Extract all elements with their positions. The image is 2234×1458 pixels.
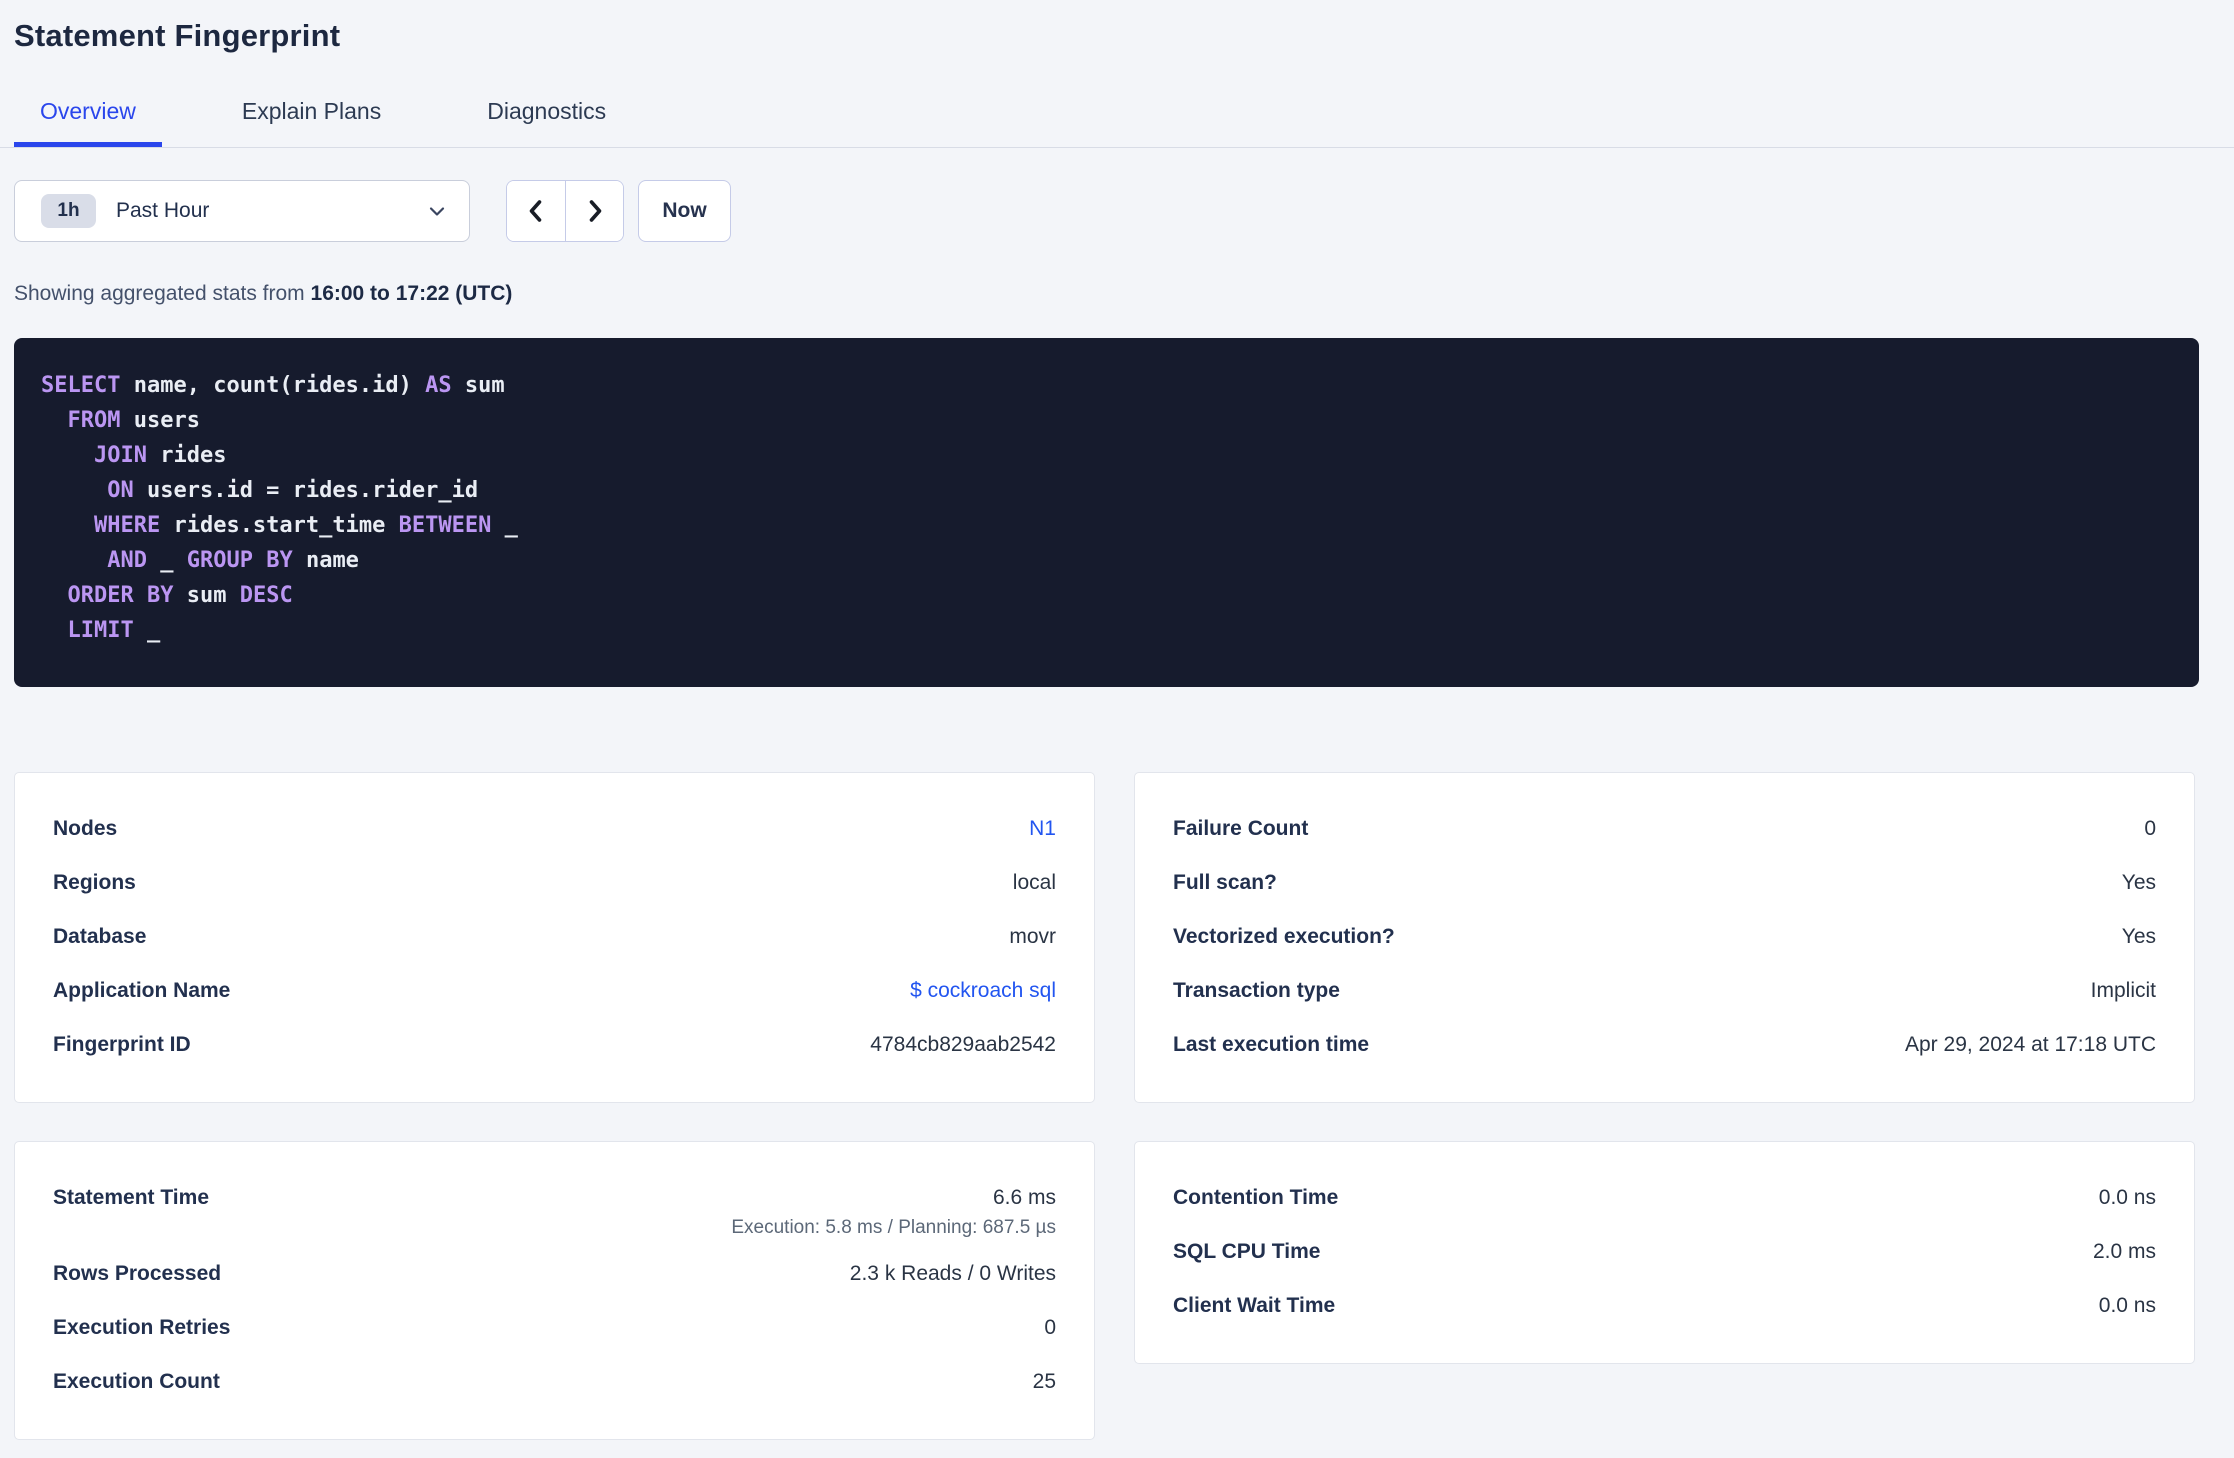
sql-line: LIMIT _ xyxy=(67,618,161,643)
info-row-execution-count: Execution Count 25 xyxy=(53,1355,1056,1409)
info-value: movr xyxy=(1009,925,1056,948)
time-range-label: Past Hour xyxy=(116,199,210,222)
info-value: Apr 29, 2024 at 17:18 UTC xyxy=(1905,1033,2156,1056)
sql-line: JOIN rides xyxy=(93,443,227,468)
info-value: 0 xyxy=(2144,817,2156,840)
overview-cards-top: Nodes N1 Regions local Database movr Applicati… xyxy=(14,772,2234,1103)
info-value: 2.3 k Reads / 0 Writes xyxy=(849,1262,1056,1285)
info-row-execution-retries: Execution Retries 0 xyxy=(53,1301,1056,1355)
info-value: 4784cb829aab2542 xyxy=(870,1033,1056,1056)
tab-bar: Overview Explain Plans Diagnostics xyxy=(0,98,2234,148)
info-row-full-scan: Full scan? Yes xyxy=(1173,856,2156,910)
sql-statement-box: SELECT name, count(rides.id) AS sum FROM… xyxy=(14,338,2199,687)
info-row-vectorized-execution: Vectorized execution? Yes xyxy=(1173,910,2156,964)
now-button[interactable]: Now xyxy=(638,180,731,242)
info-label: Regions xyxy=(53,871,136,894)
info-value: 0.0 ns xyxy=(2098,1186,2156,1209)
aggregated-stats-range: 16:00 to 17:22 (UTC) xyxy=(310,282,513,305)
info-label: Rows Processed xyxy=(53,1262,222,1285)
info-label: Full scan? xyxy=(1173,871,1277,894)
details-card: Nodes N1 Regions local Database movr Applicati… xyxy=(14,772,1095,1103)
info-row-application-name: Application Name $ cockroach sql xyxy=(53,964,1056,1018)
info-row-nodes: Nodes N1 xyxy=(53,802,1056,856)
chevron-down-icon xyxy=(429,207,445,216)
time-controls: 1h Past Hour Now xyxy=(14,180,2234,242)
time-step-buttons xyxy=(506,180,624,242)
chevron-right-icon xyxy=(589,200,601,222)
sql-line: ORDER BY sum DESC xyxy=(67,583,293,608)
sql-line: ON users.id = rides.rider_id xyxy=(107,478,479,503)
statement-stats-card: Statement Time 6.6 ms Execution: 5.8 ms / … xyxy=(14,1141,1095,1440)
info-value: 2.0 ms xyxy=(2092,1240,2156,1263)
next-time-button[interactable] xyxy=(565,181,623,241)
info-value: 0.0 ns xyxy=(2098,1294,2156,1317)
info-label: Statement Time xyxy=(53,1186,209,1209)
aggregated-stats-prefix: Showing aggregated stats from xyxy=(14,282,311,305)
info-label: Fingerprint ID xyxy=(53,1033,191,1056)
info-row-regions: Regions local xyxy=(53,856,1056,910)
sql-code: SELECT name, count(rides.id) AS sum FROM… xyxy=(41,368,2169,648)
info-value: Yes xyxy=(2121,871,2156,894)
info-label: Vectorized execution? xyxy=(1173,925,1395,948)
info-label: Failure Count xyxy=(1173,817,1309,840)
time-range-badge: 1h xyxy=(41,194,96,228)
sql-line: AND _ GROUP BY name xyxy=(107,548,359,573)
prev-time-button[interactable] xyxy=(507,181,565,241)
overview-cards-bottom: Statement Time 6.6 ms Execution: 5.8 ms / … xyxy=(14,1141,2234,1440)
info-label: Application Name xyxy=(53,979,231,1002)
statement-fingerprint-page: Statement Fingerprint Overview Explain Pl… xyxy=(0,0,2234,1458)
chevron-left-icon xyxy=(529,200,542,222)
info-row-transaction-type: Transaction type Implicit xyxy=(1173,964,2156,1018)
info-label: Client Wait Time xyxy=(1173,1294,1336,1317)
info-row-contention-time: Contention Time 0.0 ns xyxy=(1173,1171,2156,1225)
info-value: Implicit xyxy=(2090,979,2156,1002)
info-value: 25 xyxy=(1032,1370,1056,1393)
info-row-statement-time: Statement Time 6.6 ms Execution: 5.8 ms / … xyxy=(53,1171,1056,1247)
info-label: Nodes xyxy=(53,817,118,840)
info-subvalue: Execution: 5.8 ms / Planning: 687.5 µs xyxy=(731,1217,1056,1238)
application-name-link[interactable]: $ cockroach sql xyxy=(910,979,1056,1003)
info-row-last-execution-time: Last execution time Apr 29, 2024 at 17:18… xyxy=(1173,1018,2156,1072)
sql-line: WHERE rides.start_time BETWEEN _ xyxy=(93,513,518,538)
info-value: Yes xyxy=(2121,925,2156,948)
timing-stats-card: Contention Time 0.0 ns SQL CPU Time 2.0 ms C… xyxy=(1134,1141,2195,1364)
info-row-failure-count: Failure Count 0 xyxy=(1173,802,2156,856)
sql-line: FROM users xyxy=(67,408,200,433)
info-row-rows-processed: Rows Processed 2.3 k Reads / 0 Writes xyxy=(53,1247,1056,1301)
info-row-sql-cpu-time: SQL CPU Time 2.0 ms xyxy=(1173,1225,2156,1279)
info-label: Transaction type xyxy=(1173,979,1340,1002)
info-value: 6.6 ms xyxy=(992,1186,1056,1209)
info-label: Execution Retries xyxy=(53,1316,231,1339)
time-range-picker[interactable]: 1h Past Hour xyxy=(14,180,470,242)
aggregated-stats-line: Showing aggregated stats from 16:00 to 1… xyxy=(14,282,2234,306)
tab-overview[interactable]: Overview xyxy=(14,98,162,147)
tab-explain-plans[interactable]: Explain Plans xyxy=(216,98,407,147)
info-label: Last execution time xyxy=(1173,1033,1370,1056)
info-row-fingerprint-id: Fingerprint ID 4784cb829aab2542 xyxy=(53,1018,1056,1072)
info-value: local xyxy=(1012,871,1056,894)
info-row-database: Database movr xyxy=(53,910,1056,964)
info-value: 0 xyxy=(1044,1316,1056,1339)
page-title: Statement Fingerprint xyxy=(14,18,341,53)
info-label: Execution Count xyxy=(53,1370,220,1393)
info-label: SQL CPU Time xyxy=(1173,1240,1321,1263)
sql-line: SELECT name, count(rides.id) AS sum xyxy=(41,373,505,398)
execution-attributes-card: Failure Count 0 Full scan? Yes Vectorized ex… xyxy=(1134,772,2195,1103)
info-label: Contention Time xyxy=(1173,1186,1339,1209)
info-row-client-wait-time: Client Wait Time 0.0 ns xyxy=(1173,1279,2156,1333)
tab-diagnostics[interactable]: Diagnostics xyxy=(461,98,632,147)
info-label: Database xyxy=(53,925,147,948)
nodes-link[interactable]: N1 xyxy=(1029,817,1056,841)
